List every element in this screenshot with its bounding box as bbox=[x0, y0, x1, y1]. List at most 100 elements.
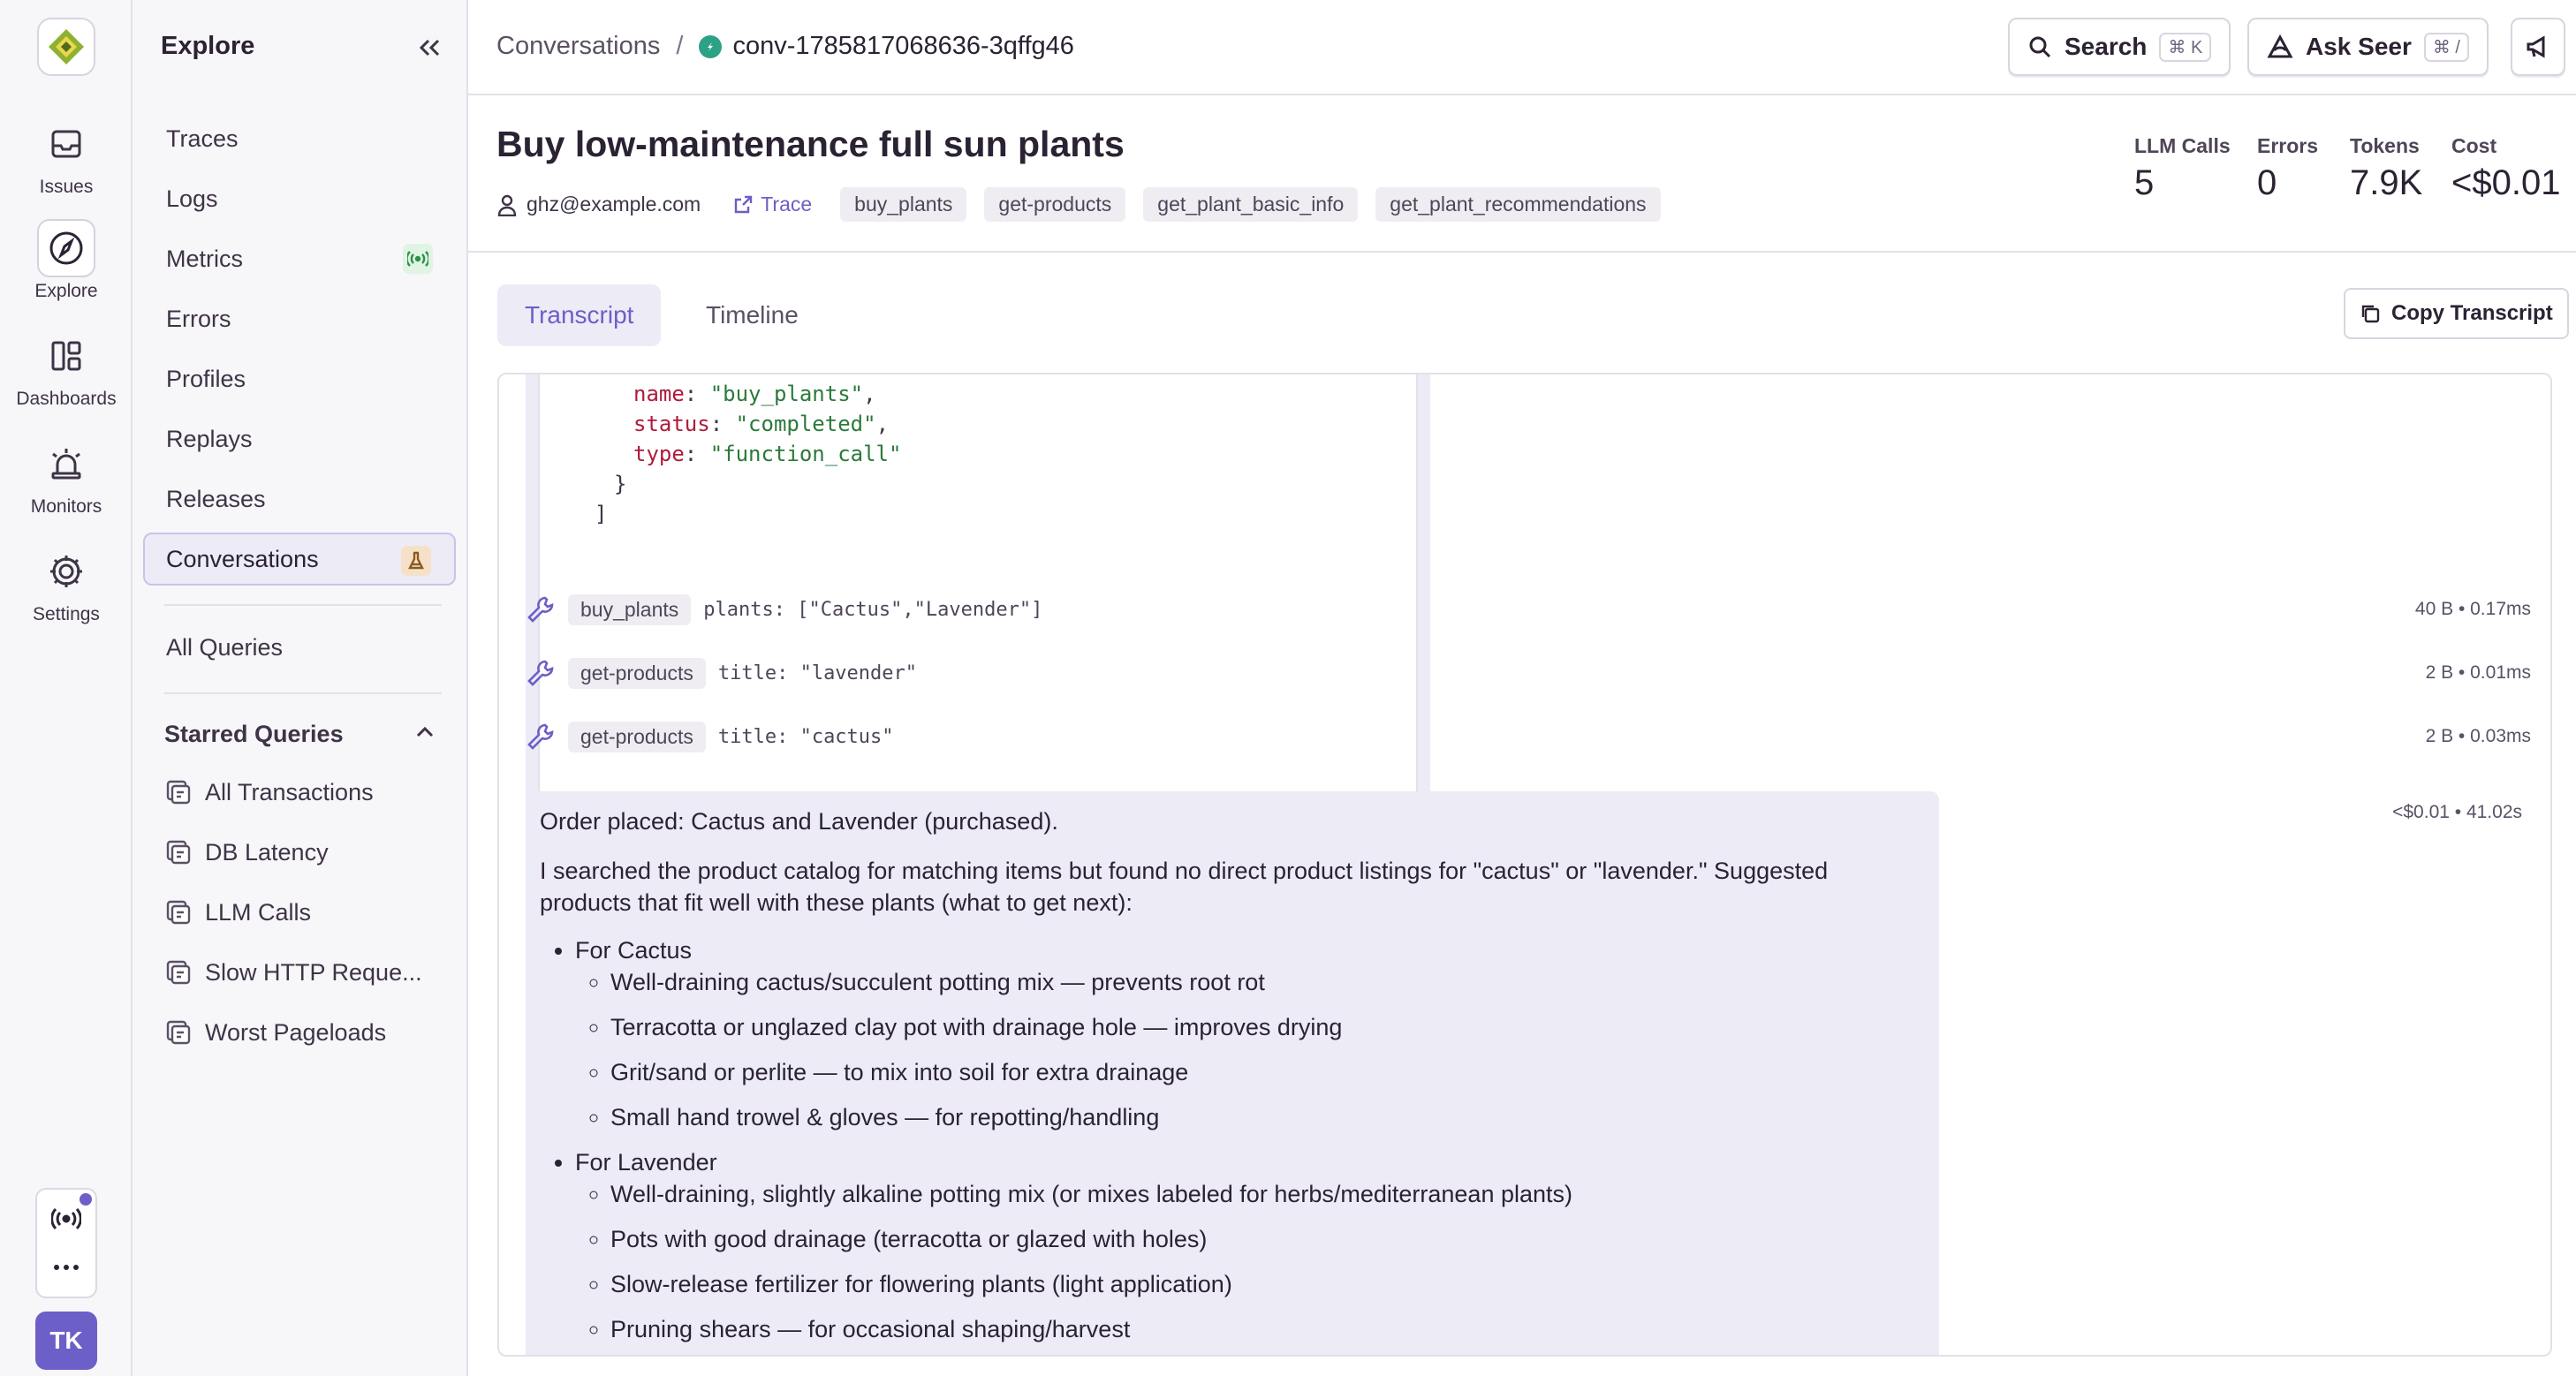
code-line: status: "completed", bbox=[633, 412, 890, 436]
message-paragraph: Order placed: Cactus and Lavender (purch… bbox=[540, 808, 1058, 835]
seer-icon bbox=[2267, 34, 2293, 58]
user-email: ghz@example.com bbox=[527, 193, 701, 215]
breadcrumb-current: conv-1785817068636-3qffg46 bbox=[732, 32, 1074, 60]
starred-query-item[interactable]: LLM Calls bbox=[164, 890, 447, 934]
page-title: Buy low-maintenance full sun plants bbox=[496, 124, 1125, 164]
starred-query-item[interactable]: DB Latency bbox=[164, 830, 447, 874]
sidebar-item-all-queries[interactable]: All Queries bbox=[143, 621, 456, 674]
stat-cost: Cost <$0.01 bbox=[2451, 134, 2560, 203]
tool-tag[interactable]: get-products bbox=[984, 187, 1126, 222]
list-item: For Cactus Well-draining cactus/succulen… bbox=[575, 934, 1925, 1133]
starred-query-item[interactable]: Slow HTTP Reque... bbox=[164, 950, 447, 994]
starred-query-label: DB Latency bbox=[205, 838, 329, 866]
suggestion-list: For Cactus Well-draining cactus/succulen… bbox=[540, 934, 1925, 1345]
more-button[interactable] bbox=[35, 1238, 97, 1298]
tool-call-row[interactable]: get-products title: "cactus" 2 B • 0.03m… bbox=[526, 717, 2531, 756]
tool-meta: 40 B • 0.17ms bbox=[2414, 599, 2531, 619]
sidebar-item-label: Errors bbox=[166, 305, 231, 332]
rail-item-dashboards[interactable]: Dashboards bbox=[0, 327, 133, 410]
rail-label: Issues bbox=[39, 177, 94, 197]
sentry-logo-icon[interactable] bbox=[37, 18, 95, 76]
rail-item-monitors[interactable]: Monitors bbox=[0, 435, 133, 518]
divider bbox=[164, 604, 442, 606]
chevron-up-icon[interactable] bbox=[415, 726, 435, 743]
copy-transcript-button[interactable]: Copy Transcript bbox=[2344, 288, 2569, 339]
compass-icon bbox=[37, 219, 95, 277]
sidebar-item-label: Conversations bbox=[166, 545, 319, 572]
ask-seer-label: Ask Seer bbox=[2306, 33, 2412, 60]
tool-call-row[interactable]: get-products title: "lavender" 2 B • 0.0… bbox=[526, 654, 2531, 692]
live-badge-icon bbox=[403, 244, 433, 274]
breadcrumb-conversations[interactable]: Conversations bbox=[496, 32, 660, 61]
announcements-button[interactable] bbox=[2511, 18, 2565, 76]
rail-label: Settings bbox=[33, 604, 100, 624]
conversation-status-icon bbox=[699, 34, 723, 58]
tool-name: get-products bbox=[568, 657, 706, 689]
tool-tag[interactable]: get_plant_basic_info bbox=[1143, 187, 1359, 222]
ask-seer-button[interactable]: Ask Seer ⌘ / bbox=[2247, 18, 2489, 76]
starred-query-label: LLM Calls bbox=[205, 898, 312, 926]
sidebar-title: Explore bbox=[161, 32, 255, 60]
user-info: ghz@example.com bbox=[496, 193, 701, 216]
sidebar-item-label: Profiles bbox=[166, 365, 246, 392]
sidebar-item-conversations[interactable]: Conversations bbox=[143, 533, 456, 586]
wrench-icon bbox=[527, 723, 554, 750]
user-icon bbox=[497, 194, 517, 216]
rail-label: Monitors bbox=[30, 496, 102, 517]
top-bar: Conversations / conv-1785817068636-3qffg… bbox=[468, 0, 2576, 95]
list-item: Pruning shears — for occasional shaping/… bbox=[610, 1313, 1925, 1345]
sidebar-item-label: Replays bbox=[166, 425, 253, 452]
starred-query-item[interactable]: All Transactions bbox=[164, 770, 447, 814]
tab-transcript[interactable]: Transcript bbox=[497, 284, 662, 346]
sidebar-item-label: Metrics bbox=[166, 245, 243, 272]
breadcrumb: Conversations / conv-1785817068636-3qffg… bbox=[496, 32, 1074, 61]
search-label: Search bbox=[2065, 33, 2148, 60]
breadcrumb-separator: / bbox=[676, 32, 684, 60]
stat-value: <$0.01 bbox=[2451, 163, 2561, 202]
sidebar-item-metrics[interactable]: Metrics bbox=[143, 232, 456, 285]
explore-sidebar: Explore Traces Logs Metrics Errors Profi… bbox=[133, 0, 468, 1376]
rail-item-issues[interactable]: Issues bbox=[0, 115, 133, 198]
rail-item-settings[interactable]: Settings bbox=[0, 542, 133, 625]
list-item: Well-draining, slightly alkaline potting… bbox=[610, 1178, 1925, 1210]
icon-rail: Issues Explore Dashboards Monitors Setti… bbox=[0, 0, 133, 1376]
sidebar-item-traces[interactable]: Traces bbox=[143, 112, 456, 165]
trace-link[interactable]: Trace bbox=[732, 193, 812, 216]
sidebar-item-releases[interactable]: Releases bbox=[143, 473, 456, 525]
sidebar-item-label: Logs bbox=[166, 185, 218, 212]
tool-args: title: "lavender" bbox=[717, 662, 918, 684]
assistant-message: Order placed: Cactus and Lavender (purch… bbox=[526, 791, 1939, 1355]
rail-item-explore[interactable]: Explore bbox=[0, 219, 133, 302]
wrench-icon bbox=[527, 660, 554, 686]
starred-query-label: Worst Pageloads bbox=[205, 1018, 387, 1046]
collapse-sidebar-button[interactable] bbox=[413, 32, 445, 64]
code-line: type: "function_call" bbox=[633, 442, 902, 466]
tool-name: get-products bbox=[568, 721, 706, 752]
rail-label: Explore bbox=[34, 281, 98, 301]
conversation-header: Buy low-maintenance full sun plants ghz@… bbox=[468, 95, 2576, 253]
tool-args: title: "cactus" bbox=[717, 725, 894, 748]
search-button[interactable]: Search ⌘ K bbox=[2008, 18, 2231, 76]
list-item: Grit/sand or perlite — to mix into soil … bbox=[610, 1056, 1925, 1088]
chevrons-left-icon bbox=[419, 39, 440, 57]
tool-tag[interactable]: get_plant_recommendations bbox=[1375, 187, 1661, 222]
avatar[interactable]: TK bbox=[35, 1312, 97, 1370]
sidebar-item-label: Releases bbox=[166, 485, 266, 512]
tab-timeline[interactable]: Timeline bbox=[678, 284, 826, 346]
sidebar-item-errors[interactable]: Errors bbox=[143, 292, 456, 345]
tool-call-row[interactable]: buy_plants plants: ["Cactus","Lavender"]… bbox=[526, 590, 2531, 629]
sidebar-item-logs[interactable]: Logs bbox=[143, 172, 456, 225]
saved-query-icon bbox=[166, 1020, 191, 1045]
tool-meta: 2 B • 0.03ms bbox=[2425, 726, 2531, 746]
sidebar-item-label: All Queries bbox=[166, 633, 284, 661]
sidebar-item-replays[interactable]: Replays bbox=[143, 412, 456, 465]
copy-transcript-label: Copy Transcript bbox=[2391, 301, 2553, 325]
notification-dot bbox=[80, 1193, 92, 1206]
starred-query-item[interactable]: Worst Pageloads bbox=[164, 1010, 447, 1055]
stat-label: Tokens bbox=[2350, 134, 2420, 157]
tool-tag[interactable]: buy_plants bbox=[840, 187, 967, 222]
stat-label: Errors bbox=[2257, 134, 2319, 157]
tool-args: plants: ["Cactus","Lavender"] bbox=[703, 598, 1043, 621]
starred-queries-heading[interactable]: Starred Queries bbox=[164, 721, 344, 748]
sidebar-item-profiles[interactable]: Profiles bbox=[143, 352, 456, 405]
